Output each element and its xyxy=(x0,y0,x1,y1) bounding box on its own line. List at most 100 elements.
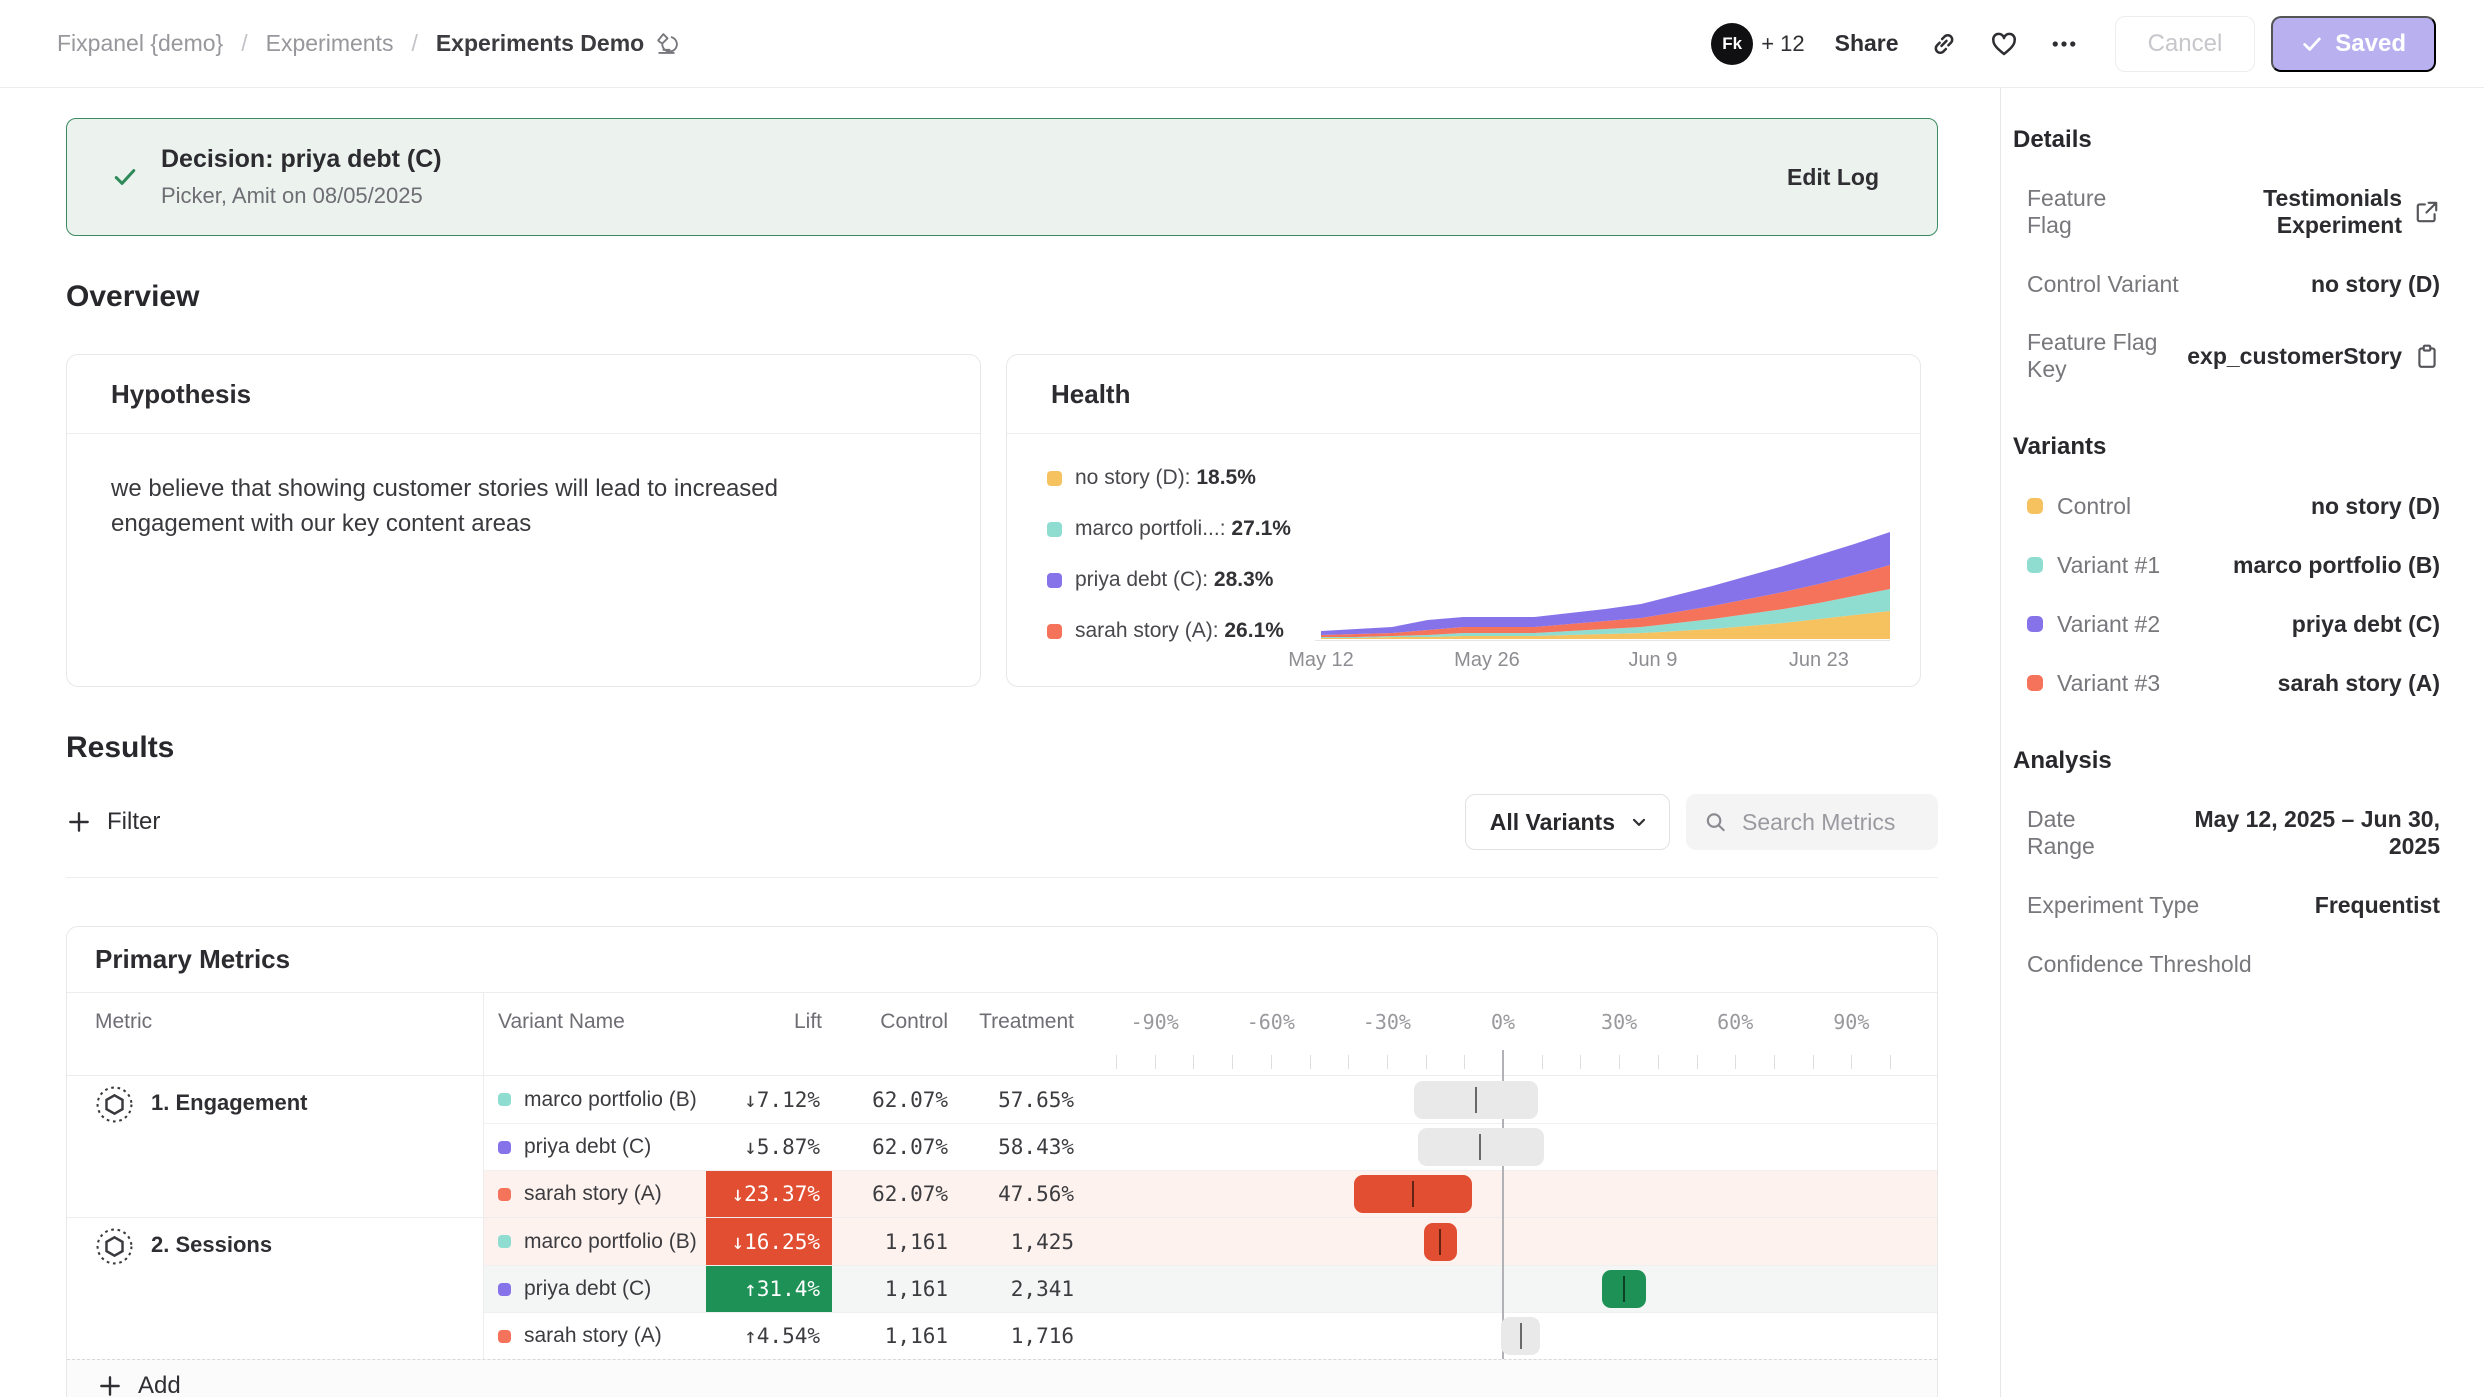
chart-x-tick-label: Jun 9 xyxy=(1628,649,1677,672)
table-row[interactable]: marco portfolio (B)↓16.25%1,1611,425 xyxy=(484,1218,1937,1265)
metric-cell[interactable]: 1. Engagement xyxy=(67,1076,484,1217)
sidebar-row-label: Date Range xyxy=(2027,806,2146,860)
table-row[interactable]: sarah story (A)↓23.37%62.07%47.56% xyxy=(484,1170,1937,1217)
axis-minor-tick xyxy=(1116,1055,1117,1069)
sidebar-row-value: Testimonials Experiment xyxy=(2149,185,2402,239)
breadcrumb: Fixpanel {demo}/Experiments/Experiments … xyxy=(57,30,679,57)
legend-item: sarah story (A): 26.1% xyxy=(1047,619,1315,643)
more-options-icon[interactable] xyxy=(2049,29,2079,59)
add-metric-button[interactable]: Add xyxy=(67,1359,1937,1397)
axis-minor-tick xyxy=(1813,1055,1814,1069)
variant-color-dot xyxy=(498,1188,511,1201)
axis-minor-tick xyxy=(1580,1055,1581,1069)
treatment-cell: 2,341 xyxy=(958,1266,1084,1312)
metric-cell[interactable]: 2. Sessions xyxy=(67,1218,484,1359)
control-cell: 62.07% xyxy=(832,1171,958,1217)
chart-x-tick-label: Jun 23 xyxy=(1789,649,1849,672)
variant-color-dot xyxy=(498,1283,511,1296)
add-filter-button[interactable]: Filter xyxy=(66,808,160,836)
legend-label: no story (D): 18.5% xyxy=(1075,466,1256,490)
confidence-interval-cell xyxy=(1084,1124,1937,1170)
sidebar-row: Variant #3sarah story (A) xyxy=(2009,669,2440,697)
avatar[interactable]: Fk xyxy=(1711,23,1753,65)
table-row[interactable]: marco portfolio (B)↓7.12%62.07%57.65% xyxy=(484,1076,1937,1123)
details-sidebar: Details Feature FlagTestimonials Experime… xyxy=(2000,88,2484,1397)
breadcrumb-item-1[interactable]: Fixpanel {demo} xyxy=(57,30,223,57)
lift-point-tick xyxy=(1479,1134,1481,1160)
results-divider xyxy=(66,877,1938,878)
sidebar-section-details: Details Feature FlagTestimonials Experime… xyxy=(2009,126,2440,383)
edit-log-button[interactable]: Edit Log xyxy=(1787,164,1879,191)
legend-item: no story (D): 18.5% xyxy=(1047,466,1315,490)
variant-color-chip xyxy=(2027,498,2043,514)
table-row[interactable]: sarah story (A)↑4.54%1,1611,716 xyxy=(484,1312,1937,1359)
chart-x-tick-label: May 26 xyxy=(1454,649,1520,672)
treatment-cell: 1,716 xyxy=(958,1313,1084,1359)
axis-minor-tick xyxy=(1658,1055,1659,1069)
variant-name-cell: marco portfolio (B) xyxy=(484,1076,706,1123)
legend-label: marco portfoli...: 27.1% xyxy=(1075,517,1291,541)
plus-icon xyxy=(66,809,92,835)
search-metrics-input[interactable] xyxy=(1740,808,1920,837)
variant-filter-value: All Variants xyxy=(1490,809,1615,836)
favorite-heart-icon[interactable] xyxy=(1989,29,2019,59)
sidebar-row-value: priya debt (C) xyxy=(2292,611,2440,638)
top-bar-actions: Fk + 12 Share Cancel Saved xyxy=(1711,16,2436,72)
variant-name-cell: priya debt (C) xyxy=(484,1124,706,1170)
results-heading: Results xyxy=(66,731,1938,765)
breadcrumb-item-2[interactable]: Experiments xyxy=(266,30,394,57)
hypothesis-title: Hypothesis xyxy=(111,379,251,410)
add-metric-label: Add xyxy=(138,1372,181,1398)
cancel-button[interactable]: Cancel xyxy=(2115,16,2256,72)
variant-color-chip xyxy=(2027,616,2043,632)
sidebar-row-label: Feature Flag xyxy=(2027,185,2149,239)
search-metrics-box[interactable] xyxy=(1686,794,1938,850)
sidebar-section-title: Details xyxy=(2009,126,2440,154)
lift-cell: ↓5.87% xyxy=(706,1124,832,1170)
column-treatment: Treatment xyxy=(958,1010,1084,1034)
axis-minor-tick xyxy=(1464,1055,1465,1069)
microscope-icon xyxy=(654,31,679,56)
ci-axis-label: -90% xyxy=(1131,1010,1179,1034)
metric-name: 2. Sessions xyxy=(151,1232,272,1258)
variant-filter-dropdown[interactable]: All Variants xyxy=(1465,794,1670,850)
column-lift: Lift xyxy=(706,1010,832,1034)
saved-button[interactable]: Saved xyxy=(2271,16,2436,72)
external-link-icon[interactable] xyxy=(2414,199,2440,225)
primary-metrics-title: Primary Metrics xyxy=(95,944,290,975)
axis-minor-tick xyxy=(1193,1055,1194,1069)
confidence-interval-bar xyxy=(1501,1317,1540,1355)
variant-name-cell: sarah story (A) xyxy=(484,1313,706,1359)
variant-name-cell: priya debt (C) xyxy=(484,1266,706,1312)
collaborator-count[interactable]: + 12 xyxy=(1761,31,1804,57)
sidebar-row: Date RangeMay 12, 2025 – Jun 30, 2025 xyxy=(2009,806,2440,860)
health-chart: May 12May 26Jun 9Jun 23 xyxy=(1315,527,1890,673)
clipboard-icon[interactable] xyxy=(2414,343,2440,369)
table-header-row: Metric Variant Name Lift Control Treatme… xyxy=(67,993,1937,1050)
sidebar-row: Confidence Threshold xyxy=(2009,950,2440,978)
ci-axis-ticks xyxy=(67,1050,1937,1075)
chart-x-axis: May 12May 26Jun 9Jun 23 xyxy=(1315,641,1890,673)
sidebar-row-label: Variant #2 xyxy=(2057,611,2160,638)
copy-link-icon[interactable] xyxy=(1929,29,1959,59)
treatment-cell: 47.56% xyxy=(958,1171,1084,1217)
confidence-interval-cell xyxy=(1084,1076,1937,1123)
decision-check-icon xyxy=(111,163,139,191)
variant-name: marco portfolio (B) xyxy=(524,1088,697,1112)
breadcrumb-item-3[interactable]: Experiments Demo xyxy=(436,30,679,57)
saved-button-label: Saved xyxy=(2335,30,2406,58)
column-metric: Metric xyxy=(67,1010,484,1034)
table-row[interactable]: priya debt (C)↑31.4%1,1612,341 xyxy=(484,1265,1937,1312)
variant-color-dot xyxy=(498,1141,511,1154)
confidence-interval-bar xyxy=(1602,1270,1647,1308)
hypothesis-body: we believe that showing customer stories… xyxy=(67,434,927,580)
sidebar-section-title: Analysis xyxy=(2009,747,2440,775)
axis-minor-tick xyxy=(1851,1055,1852,1069)
sidebar-row-value: sarah story (A) xyxy=(2278,670,2440,697)
share-button[interactable]: Share xyxy=(1835,30,1899,57)
sidebar-row-label: Confidence Threshold xyxy=(2027,951,2252,978)
variant-color-chip xyxy=(2027,675,2043,691)
table-row[interactable]: priya debt (C)↓5.87%62.07%58.43% xyxy=(484,1123,1937,1170)
primary-metrics-card: Primary Metrics Metric Variant Name Lift… xyxy=(66,926,1938,1397)
sidebar-row-value: no story (D) xyxy=(2311,493,2440,520)
